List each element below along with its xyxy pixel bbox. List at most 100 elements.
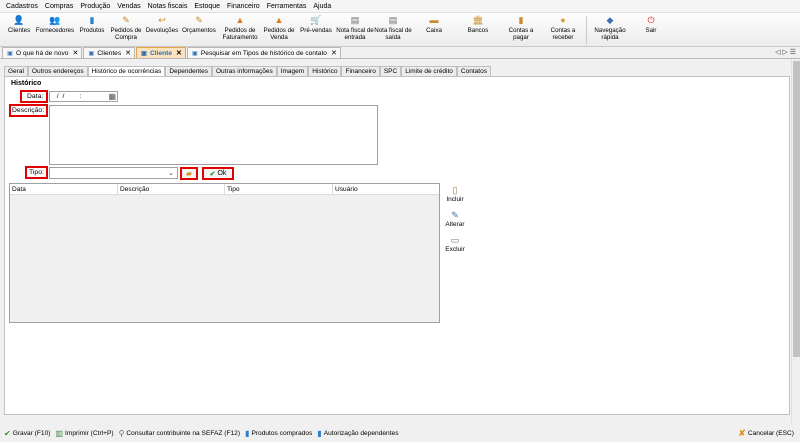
- ok-button[interactable]: ✔ Ok: [202, 167, 234, 180]
- subtab-historico[interactable]: Histórico: [308, 66, 342, 76]
- sales-orders-icon: ▲: [274, 15, 284, 25]
- clients-icon: 👤: [13, 15, 25, 25]
- grid-col-tipo[interactable]: Tipo: [225, 184, 333, 194]
- autorizacao-dependentes-button[interactable]: ▮ Autorização dependentes: [317, 429, 398, 438]
- consultar-sefaz-button[interactable]: ⚲ Consultar contribuinte na SEFAZ (F12): [119, 429, 240, 438]
- menu-vendas[interactable]: Vendas: [117, 3, 140, 10]
- toolbar-devolucoes-button[interactable]: ↩ Devoluções: [144, 13, 180, 47]
- toolbar-produtos-button[interactable]: ▮ Produtos: [76, 13, 108, 47]
- toolbar-sair-button[interactable]: ⏻ Sair: [631, 13, 671, 47]
- grid-header: Data Descrição Tipo Usuário: [10, 184, 439, 195]
- toolbar-separator: [586, 16, 587, 44]
- status-bar: ✔ Gravar (F10) ▥ Imprimir (Ctrl+P) ⚲ Consul…: [0, 424, 800, 442]
- grid-col-usuario[interactable]: Usuário: [333, 184, 439, 194]
- quick-nav-icon: ◆: [606, 15, 614, 25]
- close-icon[interactable]: ✕: [331, 49, 337, 57]
- toolbar-navegacao-rapida-button[interactable]: ◆ Navegação rápida: [589, 13, 631, 47]
- toolbar-pedidos-faturamento-button[interactable]: ▲ Pedidos de Faturamento: [218, 13, 262, 47]
- toolbar-caixa-button[interactable]: ▬ Caixa: [412, 13, 456, 47]
- menu-estoque[interactable]: Estoque: [194, 3, 220, 10]
- menu-cadastros[interactable]: Cadastros: [6, 3, 38, 10]
- main-toolbar: 👤 Clientes 👥 Fornecedores ▮ Produtos ✎ Pedid…: [0, 13, 800, 47]
- toolbar-label: Nota fiscal de saída: [374, 27, 412, 41]
- toolbar-label: Navegação rápida: [594, 27, 626, 41]
- close-icon[interactable]: ✕: [125, 49, 131, 57]
- toolbar-nf-saida-button[interactable]: ▤ Nota fiscal de saída: [374, 13, 412, 47]
- toolbar-label: Pedidos de Venda: [263, 27, 295, 41]
- grid-col-data[interactable]: Data: [10, 184, 118, 194]
- subtab-contatos[interactable]: Contatos: [456, 66, 491, 76]
- gravar-button[interactable]: ✔ Gravar (F10): [4, 429, 50, 438]
- receivables-icon: ●: [560, 15, 566, 25]
- section-title: Histórico: [11, 80, 42, 87]
- cancelar-button[interactable]: ✘ Cancelar (ESC): [738, 424, 794, 442]
- chevron-down-icon[interactable]: ⌄: [168, 169, 174, 177]
- toolbar-contas-pagar-button[interactable]: ▮ Contas a pagar: [500, 13, 542, 47]
- menu-compras[interactable]: Compras: [45, 3, 73, 10]
- delete-icon: ▭: [450, 235, 460, 245]
- menu-notas-fiscais[interactable]: Notas fiscais: [148, 3, 188, 10]
- subtab-outras-informacoes[interactable]: Outras informações: [211, 66, 277, 76]
- excluir-label: Excluir: [445, 246, 465, 253]
- descricao-textarea[interactable]: [49, 105, 378, 165]
- tipo-select[interactable]: ⌄: [49, 167, 178, 179]
- toolbar-contas-receber-button[interactable]: ● Contas a receber: [542, 13, 584, 47]
- doc-tab-o-que-ha-de-novo[interactable]: ▣ O que há de novo ✕: [2, 47, 83, 58]
- imprimir-button[interactable]: ▥ Imprimir (Ctrl+P): [55, 429, 113, 438]
- cash-icon: ▬: [429, 15, 439, 25]
- doc-tab-pesquisar-tipos[interactable]: ▣ Pesquisar em Tipos de histórico de cont…: [186, 47, 341, 58]
- toolbar-clientes-button[interactable]: 👤 Clientes: [4, 13, 34, 47]
- calendar-icon[interactable]: ▦: [108, 92, 116, 101]
- subtab-imagem[interactable]: Imagem: [276, 66, 309, 76]
- toolbar-pre-vendas-button[interactable]: 🛒 Pré-vendas: [296, 13, 336, 47]
- outbound-invoice-icon: ▤: [388, 15, 398, 25]
- data-input[interactable]: / / : ▦: [49, 91, 118, 102]
- vertical-scrollbar[interactable]: [791, 59, 800, 424]
- purchase-orders-icon: ✎: [122, 15, 130, 25]
- excluir-button[interactable]: ▭ Excluir: [443, 235, 467, 253]
- subtab-spc[interactable]: SPC: [379, 66, 402, 76]
- doc-tab-label: Cliente: [150, 49, 172, 57]
- consultar-sefaz-label: Consultar contribuinte na SEFAZ (F12): [126, 429, 241, 437]
- close-icon[interactable]: ✕: [176, 49, 182, 57]
- toolbar-pedidos-compra-button[interactable]: ✎ Pedidos de Compra: [108, 13, 144, 47]
- toolbar-fornecedores-button[interactable]: 👥 Fornecedores: [34, 13, 76, 47]
- toolbar-label: Bancos: [467, 27, 489, 34]
- historico-grid[interactable]: Data Descrição Tipo Usuário: [9, 183, 440, 323]
- toolbar-bancos-button[interactable]: 🏛 Bancos: [456, 13, 500, 47]
- print-icon: ▥: [55, 428, 64, 438]
- toolbar-label: Contas a pagar: [508, 27, 534, 41]
- subtab-financeiro[interactable]: Financeiro: [341, 66, 380, 76]
- alterar-button[interactable]: ✎ Alterar: [443, 210, 467, 228]
- tab-navigation-arrows[interactable]: ◁ ▷ ☰: [775, 48, 796, 56]
- produtos-comprados-button[interactable]: ▮ Produtos comprados: [245, 429, 312, 438]
- doc-tab-cliente[interactable]: ▣ Cliente ✕: [136, 47, 186, 58]
- subtab-historico-ocorrencias[interactable]: Histórico de ocorrências: [87, 66, 166, 76]
- incluir-label: Incluir: [446, 196, 464, 203]
- subtab-outros-enderecos[interactable]: Outros endereços: [27, 66, 88, 76]
- menu-bar: Cadastros Compras Produção Vendas Notas …: [0, 0, 800, 13]
- lookup-icon: ▰: [185, 169, 193, 178]
- pre-sales-icon: 🛒: [310, 15, 322, 25]
- menu-financeiro[interactable]: Financeiro: [227, 3, 260, 10]
- doc-tab-clientes[interactable]: ▣ Clientes ✕: [83, 47, 136, 58]
- subtab-dependentes[interactable]: Dependentes: [165, 66, 212, 76]
- toolbar-nf-entrada-button[interactable]: ▤ Nota fiscal de entrada: [336, 13, 374, 47]
- toolbar-pedidos-venda-button[interactable]: ▲ Pedidos de Venda: [262, 13, 296, 47]
- incluir-button[interactable]: ▯ Incluir: [443, 185, 467, 203]
- cancel-icon: ✘: [738, 427, 746, 438]
- document-icon: ▣: [192, 50, 198, 57]
- menu-producao[interactable]: Produção: [80, 3, 110, 10]
- tipo-lookup-button[interactable]: ▰: [180, 167, 198, 180]
- subtab-limite-credito[interactable]: Limite de crédito: [401, 66, 457, 76]
- subtab-geral[interactable]: Geral: [4, 66, 28, 76]
- products-bought-icon: ▮: [245, 428, 250, 438]
- toolbar-orcamentos-button[interactable]: ✎ Orçamentos: [180, 13, 218, 47]
- menu-ferramentas[interactable]: Ferramentas: [267, 3, 307, 10]
- close-icon[interactable]: ✕: [72, 49, 78, 57]
- grid-col-descricao[interactable]: Descrição: [118, 184, 225, 194]
- produtos-comprados-label: Produtos comprados: [251, 429, 313, 437]
- descricao-label: Descrição:: [12, 107, 45, 114]
- menu-ajuda[interactable]: Ajuda: [313, 3, 331, 10]
- scrollbar-thumb[interactable]: [793, 61, 800, 357]
